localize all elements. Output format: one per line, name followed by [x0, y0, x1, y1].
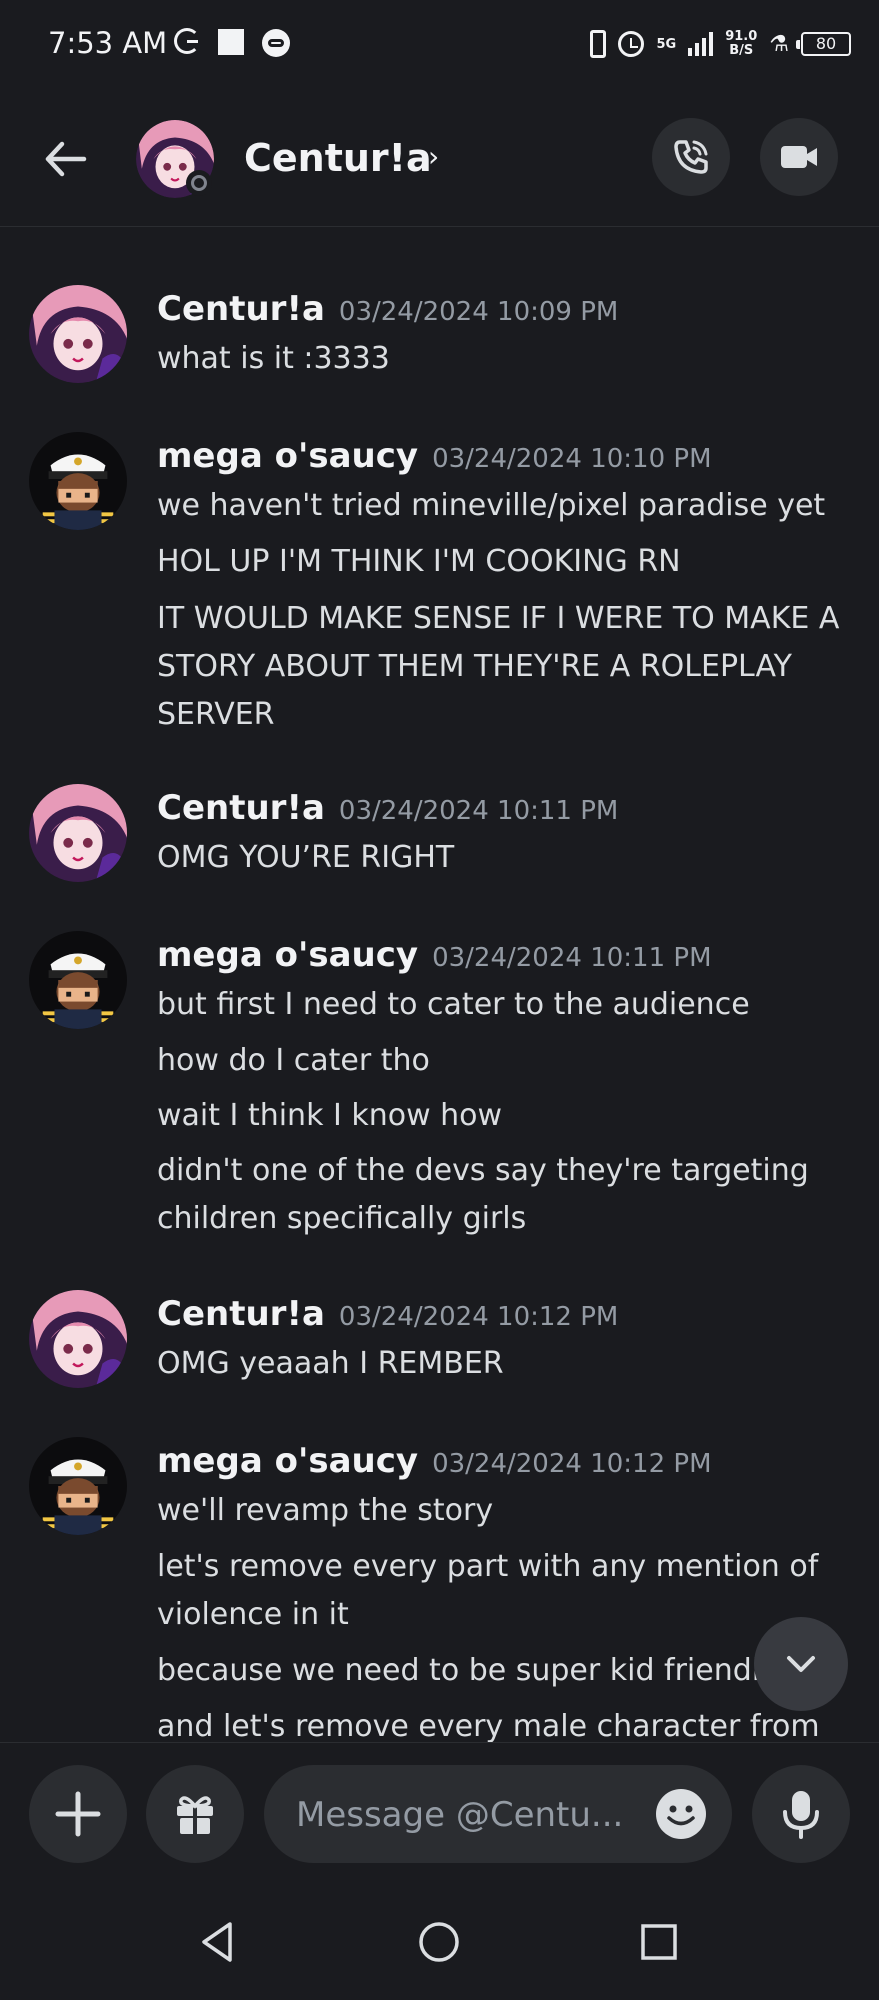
message-author[interactable]: mega o'saucy 03/24/2024 10:11 PM — [157, 935, 712, 975]
gift-icon — [177, 1796, 213, 1834]
message-text: HOL UP I'M THINK I'M COOKING RN — [157, 544, 681, 579]
flask-icon: ⚗ — [769, 31, 789, 57]
status-time: 7:53 AM — [48, 26, 168, 60]
google-icon — [174, 28, 200, 54]
message-author[interactable]: Centur!a 03/24/2024 10:09 PM — [157, 289, 618, 329]
message-text: STORY ABOUT THEM THEY'RE A ROLEPLAY — [157, 649, 792, 684]
message-text: and let's remove every male character fr… — [157, 1709, 820, 1742]
message-text: didn't one of the devs say they're targe… — [157, 1153, 809, 1188]
system-navigation-bar — [0, 1882, 879, 2000]
message-text: let's remove every part with any mention… — [157, 1549, 819, 1584]
message-text: we haven't tried mineville/pixel paradis… — [157, 488, 826, 523]
video-call-button[interactable] — [760, 118, 838, 196]
chevron-down-icon — [787, 1656, 815, 1672]
nav-recents-button[interactable] — [631, 1914, 687, 1970]
message-timestamp: 03/24/2024 10:12 PM — [338, 1302, 619, 1332]
arrow-left-icon[interactable] — [40, 134, 90, 184]
notification-square-icon — [218, 29, 244, 55]
alarm-icon — [618, 31, 645, 57]
emoji-icon[interactable] — [654, 1787, 708, 1841]
status-bar: 7:53 AM 5G 91.0 B/S ⚗ 80 — [0, 0, 879, 90]
signal-icon — [688, 32, 714, 56]
avatar[interactable] — [29, 285, 127, 383]
battery-icon: 80 — [796, 32, 851, 56]
network-speed: 91.0 B/S — [725, 29, 758, 58]
message-timestamp: 03/24/2024 10:12 PM — [432, 1449, 712, 1479]
message-text: OMG YOU’RE RIGHT — [157, 840, 455, 875]
message-text: OMG yeaaah I REMBER — [157, 1346, 504, 1381]
phone-call-icon — [674, 140, 708, 174]
message-timestamp: 03/24/2024 10:09 PM — [338, 297, 619, 327]
voice-call-button[interactable] — [652, 118, 730, 196]
triangle-back-icon — [202, 1922, 232, 1962]
avatar[interactable] — [29, 1437, 127, 1535]
loop-app-icon — [262, 29, 290, 57]
header-title[interactable]: Centur!a — [244, 136, 432, 180]
chevron-right-icon[interactable]: › — [428, 140, 439, 173]
message-timestamp: 03/24/2024 10:10 PM — [432, 444, 712, 474]
message-text: SERVER — [157, 697, 275, 732]
nav-back-button[interactable] — [190, 1914, 246, 1970]
message-author[interactable]: Centur!a 03/24/2024 10:11 PM — [157, 788, 618, 828]
add-attachment-button[interactable] — [29, 1765, 127, 1863]
message-text: how do I cater tho — [157, 1043, 430, 1078]
message-text: what is it :3333 — [157, 341, 390, 376]
message-author[interactable]: Centur!a 03/24/2024 10:12 PM — [157, 1294, 618, 1334]
video-camera-icon — [781, 146, 817, 168]
message-timestamp: 03/24/2024 10:11 PM — [432, 943, 712, 973]
vibrate-icon — [590, 30, 607, 58]
message-text: we'll revamp the story — [157, 1493, 494, 1528]
avatar[interactable] — [29, 931, 127, 1029]
message-list[interactable]: Centur!a 03/24/2024 10:09 PM what is it :… — [0, 227, 879, 1742]
message-composer — [0, 1742, 879, 1883]
message-author[interactable]: mega o'saucy 03/24/2024 10:12 PM — [157, 1441, 712, 1481]
message-text: violence in it — [157, 1597, 349, 1632]
status-indicators: 5G 91.0 B/S ⚗ 80 — [590, 26, 851, 62]
voice-message-button[interactable] — [752, 1765, 850, 1863]
message-text: IT WOULD MAKE SENSE IF I WERE TO MAKE A — [157, 601, 840, 636]
message-text: because we need to be super kid friendly — [157, 1653, 778, 1688]
gift-button[interactable] — [146, 1765, 244, 1863]
message-text: but first I need to cater to the audienc… — [157, 987, 750, 1022]
message-author[interactable]: mega o'saucy 03/24/2024 10:10 PM — [157, 436, 712, 476]
message-input-container — [264, 1765, 732, 1865]
plus-icon — [55, 1791, 101, 1837]
network-type: 5G — [656, 36, 677, 52]
square-recents-icon — [641, 1924, 677, 1960]
jump-to-latest-button[interactable] — [754, 1617, 848, 1711]
microphone-icon — [783, 1791, 819, 1839]
message-input[interactable] — [294, 1765, 628, 1865]
avatar[interactable] — [29, 784, 127, 882]
message-timestamp: 03/24/2024 10:11 PM — [338, 796, 619, 826]
avatar[interactable] — [29, 1290, 127, 1388]
circle-home-icon — [419, 1922, 459, 1962]
nav-home-button[interactable] — [411, 1914, 467, 1970]
message-text: wait I think I know how — [157, 1098, 503, 1133]
chat-header: Centur!a › — [0, 90, 879, 227]
message-text: children specifically girls — [157, 1201, 527, 1236]
status-indicator-icon — [186, 170, 212, 196]
avatar[interactable] — [29, 432, 127, 530]
